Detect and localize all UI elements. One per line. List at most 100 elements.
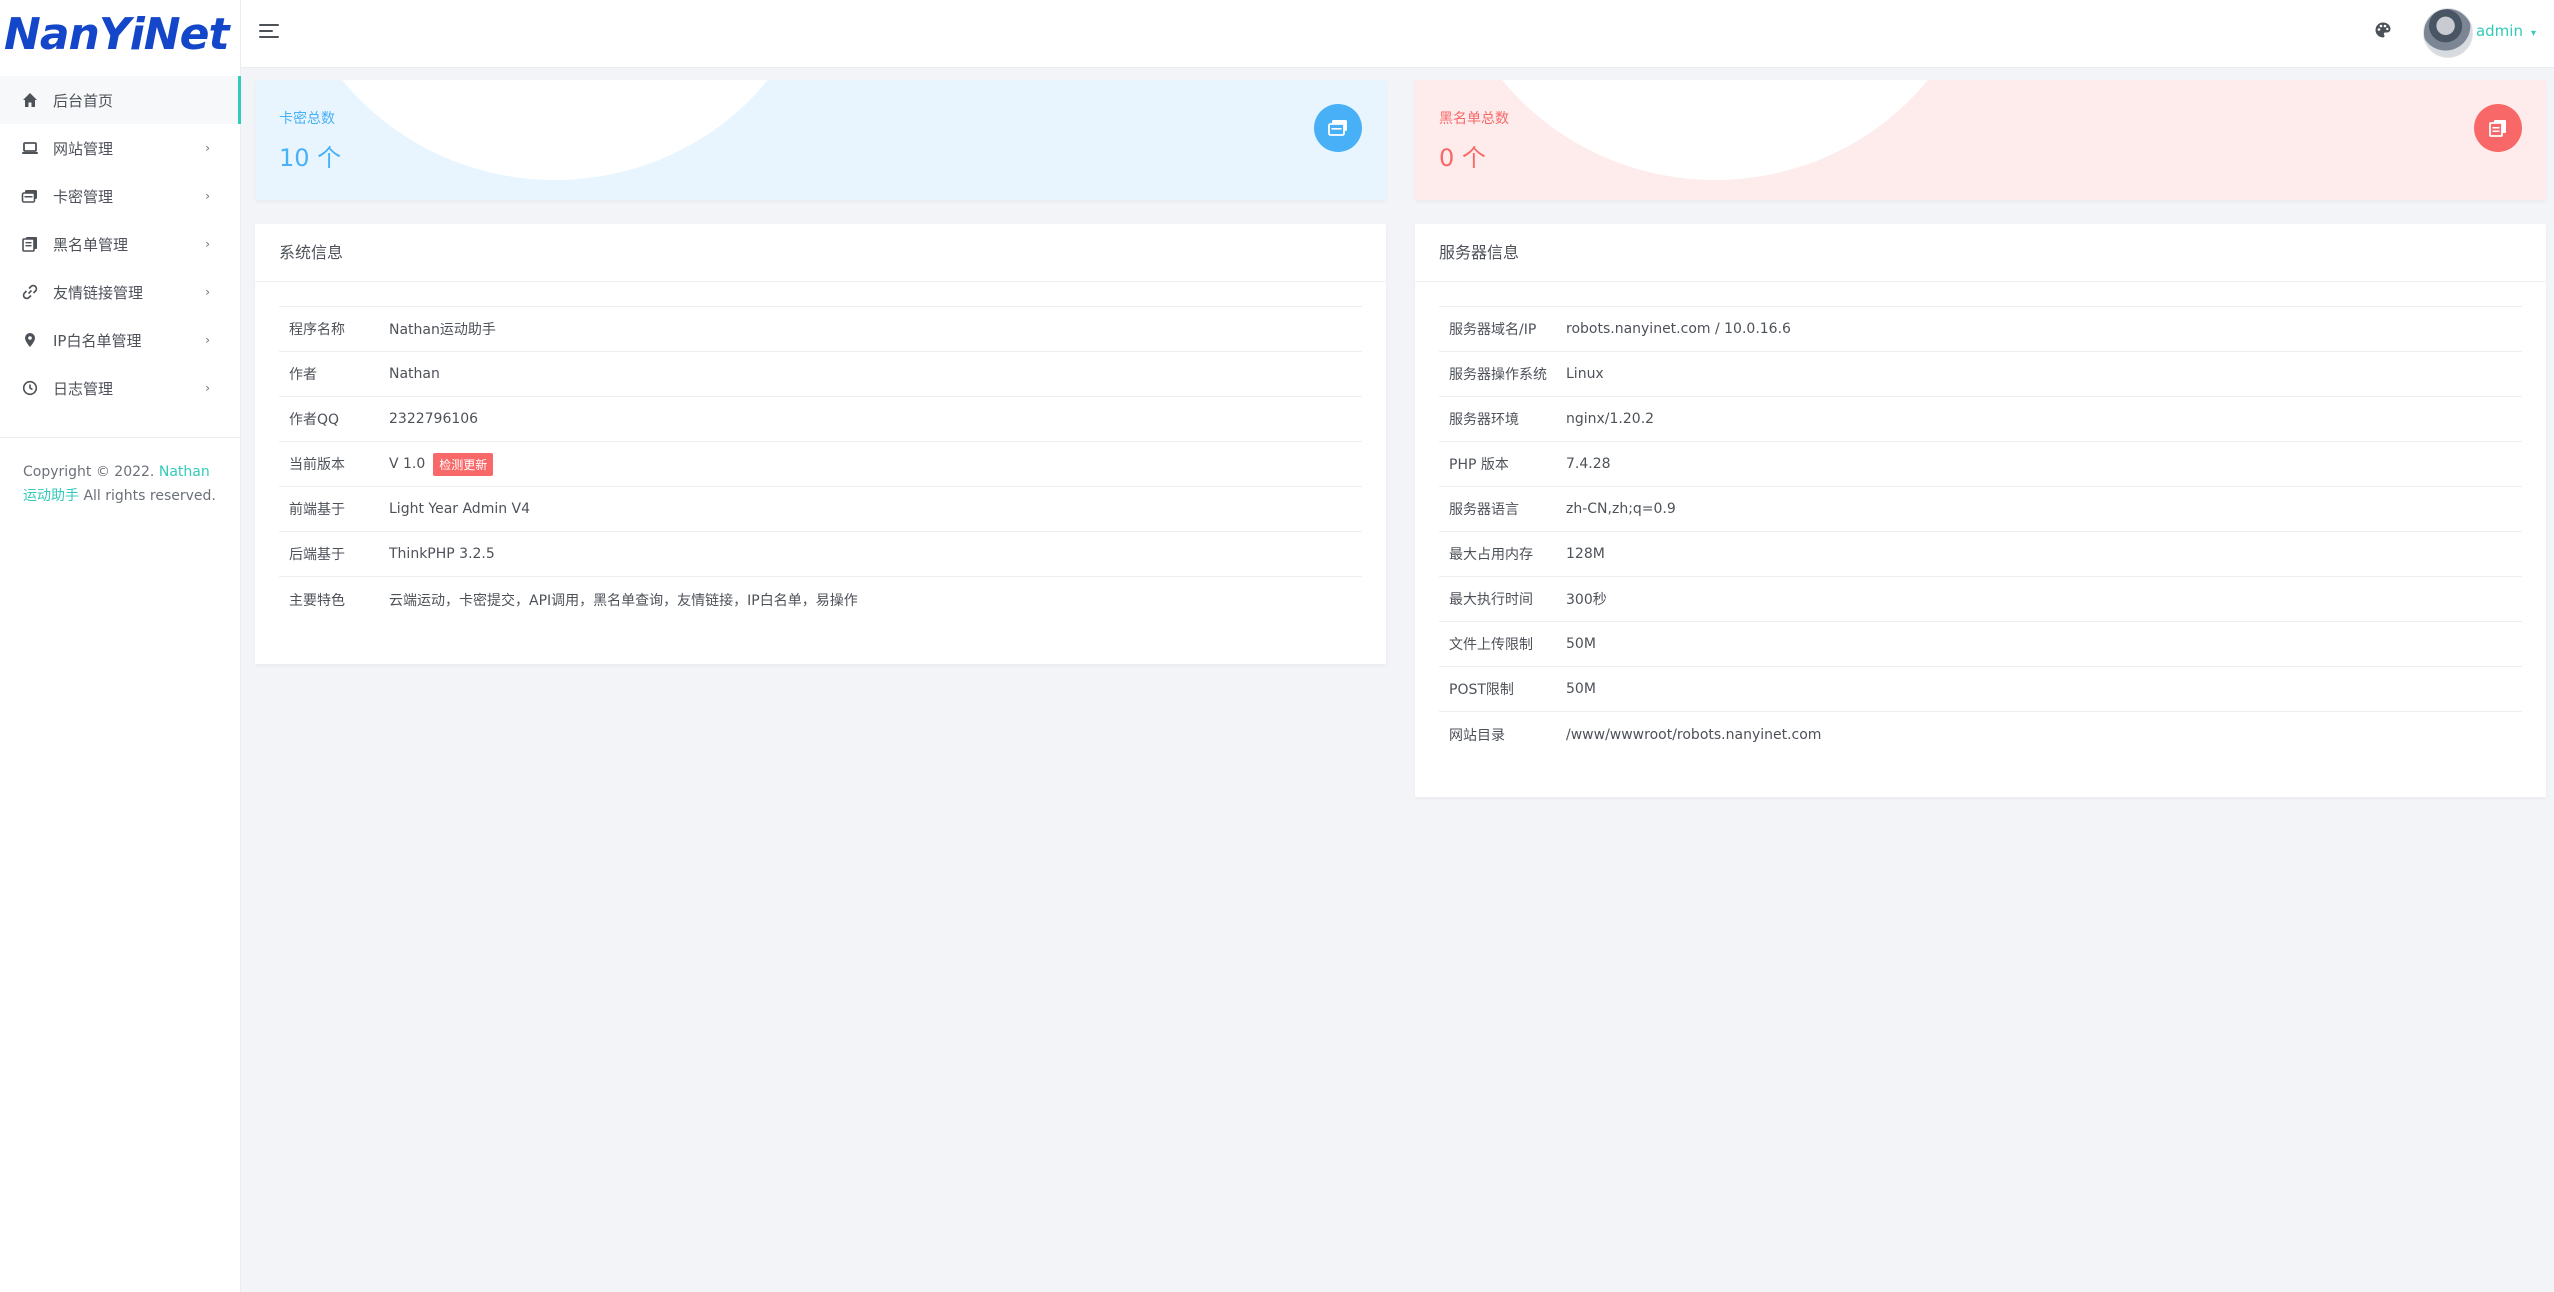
system-info-card: 系统信息 程序名称 Nathan运动助手 作者 Nathan 作者QQ 2322… (255, 224, 1386, 664)
stat-card-cards: 卡密总数 10 个 (255, 80, 1386, 200)
row-key: 服务器环境 (1449, 412, 1519, 428)
card-decoration (285, 80, 825, 180)
server-info-card: 服务器信息 服务器域名/IP robots.nanyinet.com / 10.… (1415, 224, 2546, 797)
copyright-prefix: Copyright © 2022. (23, 464, 159, 480)
table-row: 文件上传限制 50M (1439, 622, 2522, 667)
sidebar-item-label: IP白名单管理 (53, 331, 142, 350)
row-key: 程序名称 (289, 322, 345, 338)
table-row: 作者QQ 2322796106 (279, 397, 1362, 442)
sidebar-item-blacklist[interactable]: 黑名单管理 › (0, 220, 240, 268)
sidebar-item-ip-whitelist[interactable]: IP白名单管理 › (0, 316, 240, 364)
card-icon (21, 187, 39, 205)
row-value: Nathan运动助手 (389, 322, 496, 338)
row-value: 50M (1566, 681, 1596, 697)
sidebar-item-label: 网站管理 (53, 139, 114, 158)
row-key: 最大占用内存 (1449, 547, 1533, 563)
stat-label: 黑名单总数 (1439, 111, 1509, 127)
copyright: Copyright © 2022. Nathan运动助手 All rights … (0, 438, 240, 508)
chevron-right-icon: › (205, 381, 210, 395)
table-row: 最大执行时间 300秒 (1439, 577, 2522, 622)
sidebar-item-label: 卡密管理 (53, 187, 114, 206)
chevron-right-icon: › (205, 333, 210, 347)
cards-icon (1314, 104, 1362, 152)
row-value: Light Year Admin V4 (389, 501, 531, 517)
avatar[interactable] (2423, 8, 2473, 58)
username: admin (2475, 22, 2523, 40)
row-value: nginx/1.20.2 (1566, 411, 1655, 427)
row-key: 当前版本 (289, 457, 345, 473)
sidebar-item-home[interactable]: 后台首页 (0, 76, 241, 124)
row-value: 7.4.28 (1566, 456, 1611, 472)
sidebar-item-label: 友情链接管理 (53, 283, 144, 302)
sidebar-nav: 后台首页 网站管理 › 卡密管理 › 黑名单管理 › 友情链接管理 › IP白名… (0, 76, 241, 412)
book-icon (21, 235, 39, 253)
home-icon (21, 91, 39, 109)
stat-value: 0 个 (1439, 144, 1486, 172)
row-key: 最大执行时间 (1449, 592, 1533, 608)
row-key: 服务器语言 (1449, 502, 1519, 518)
top-header: admin ▾ (241, 0, 2554, 68)
map-pin-icon (21, 331, 39, 349)
row-key: 网站目录 (1449, 727, 1505, 744)
table-row: 前端基于 Light Year Admin V4 (279, 487, 1362, 532)
row-key: 后端基于 (289, 547, 345, 563)
row-key: 作者 (289, 367, 317, 383)
server-info-table: 服务器域名/IP robots.nanyinet.com / 10.0.16.6… (1439, 306, 2522, 757)
row-key: 作者QQ (289, 412, 340, 428)
table-row: 服务器语言 zh-CN,zh;q=0.9 (1439, 487, 2522, 532)
row-value: /www/wwwroot/robots.nanyinet.com (1566, 726, 1822, 743)
row-value: ThinkPHP 3.2.5 (389, 546, 495, 562)
chevron-right-icon: › (205, 237, 210, 251)
chevron-right-icon: › (205, 285, 210, 299)
row-value: 50M (1566, 636, 1596, 652)
row-key: 主要特色 (289, 592, 345, 609)
sidebar-item-cards[interactable]: 卡密管理 › (0, 172, 240, 220)
table-row: 后端基于 ThinkPHP 3.2.5 (279, 532, 1362, 577)
table-row: POST限制 50M (1439, 667, 2522, 712)
menu-toggle-icon[interactable] (259, 22, 281, 40)
check-update-button[interactable]: 检测更新 (433, 452, 494, 476)
user-menu[interactable]: admin ▾ (2476, 22, 2536, 40)
sidebar-item-label: 日志管理 (53, 379, 114, 398)
sidebar-item-logs[interactable]: 日志管理 › (0, 364, 240, 412)
row-value: V 1.0 (389, 456, 426, 472)
table-row: 网站目录 /www/wwwroot/robots.nanyinet.com (1439, 712, 2522, 757)
card-decoration (1445, 80, 1985, 180)
system-info-table: 程序名称 Nathan运动助手 作者 Nathan 作者QQ 232279610… (279, 306, 1362, 622)
palette-icon[interactable] (2374, 21, 2394, 41)
row-value: robots.nanyinet.com / 10.0.16.6 (1566, 321, 1791, 337)
stat-value: 10 个 (279, 144, 342, 172)
sidebar-item-website[interactable]: 网站管理 › (0, 124, 240, 172)
clock-icon (21, 379, 39, 397)
sidebar: NanYiNet 后台首页 网站管理 › 卡密管理 › 黑名单管理 › 友情链接… (0, 0, 241, 1292)
sidebar-item-label: 后台首页 (53, 91, 114, 110)
table-row: 服务器操作系统 Linux (1439, 352, 2522, 397)
caret-down-icon: ▾ (2530, 28, 2536, 39)
table-row: 作者 Nathan (279, 352, 1362, 397)
card-title: 系统信息 (255, 224, 1386, 282)
sidebar-item-links[interactable]: 友情链接管理 › (0, 268, 240, 316)
link-icon (21, 283, 39, 301)
row-key: PHP 版本 (1449, 457, 1509, 473)
table-row: PHP 版本 7.4.28 (1439, 442, 2522, 487)
sidebar-item-label: 黑名单管理 (53, 235, 129, 254)
table-row: 服务器环境 nginx/1.20.2 (1439, 397, 2522, 442)
table-row: 最大占用内存 128M (1439, 532, 2522, 577)
row-value: 128M (1566, 546, 1605, 562)
row-key: 文件上传限制 (1449, 637, 1533, 653)
row-value: 300秒 (1566, 592, 1607, 608)
brand-logo[interactable]: NanYiNet (0, 0, 240, 68)
row-key: 服务器操作系统 (1449, 367, 1547, 383)
list-icon (2474, 104, 2522, 152)
chevron-right-icon: › (205, 189, 210, 203)
row-value: Nathan (389, 366, 440, 382)
laptop-icon (21, 139, 39, 157)
card-title: 服务器信息 (1415, 224, 2546, 282)
table-row: 当前版本 V 1.0 检测更新 (279, 442, 1362, 487)
row-key: POST限制 (1449, 682, 1514, 698)
table-row: 主要特色 云端运动，卡密提交，API调用，黑名单查询，友情链接，IP白名单，易操… (279, 577, 1362, 622)
chevron-right-icon: › (205, 141, 210, 155)
stat-label: 卡密总数 (279, 111, 335, 127)
row-key: 服务器域名/IP (1449, 322, 1537, 338)
row-value: Linux (1566, 366, 1604, 382)
